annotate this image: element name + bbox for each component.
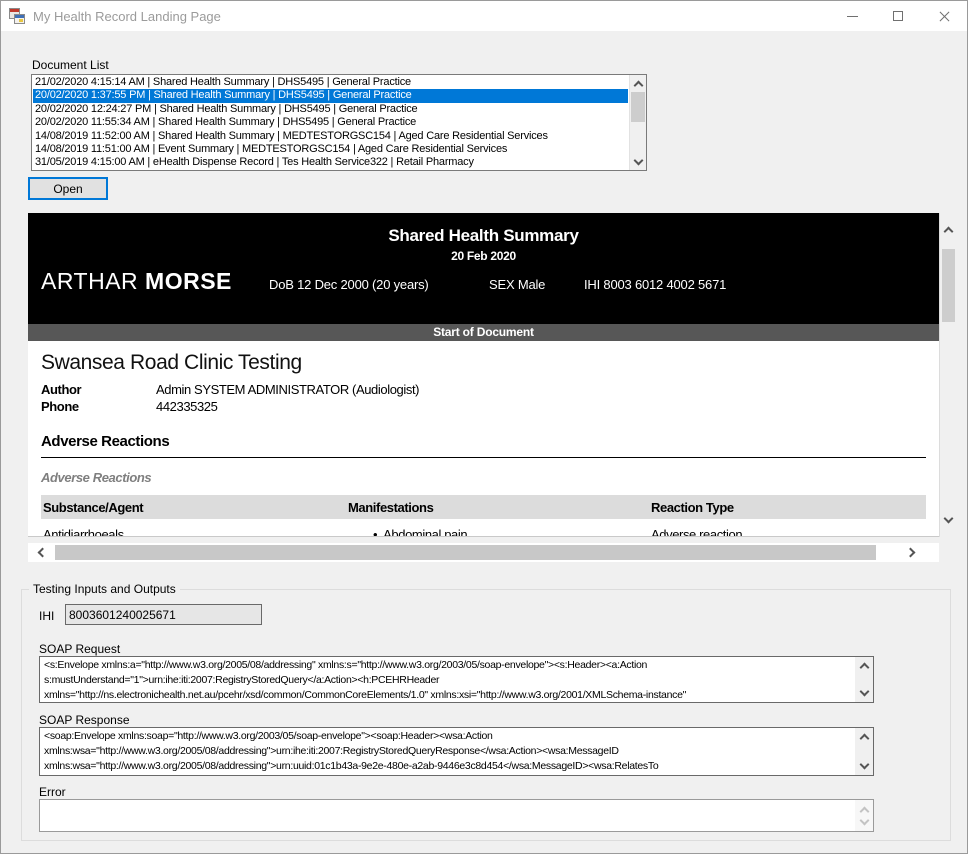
ihi-label: IHI bbox=[39, 609, 54, 623]
code-line: <s:Envelope xmlns:a="http://www.w3.org/2… bbox=[44, 658, 853, 673]
list-item[interactable]: 20/02/2020 12:24:27 PM | Shared Health S… bbox=[33, 103, 628, 116]
scroll-up-icon[interactable] bbox=[859, 734, 869, 744]
patient-name: ARTHAR MORSE bbox=[41, 268, 232, 295]
cell-manifestation: Abdominal pain bbox=[348, 527, 651, 537]
patient-banner: Shared Health Summary 20 Feb 2020 ARTHAR… bbox=[28, 213, 939, 324]
close-button[interactable] bbox=[921, 1, 967, 31]
phone-label: Phone bbox=[41, 398, 156, 415]
document-date: 20 Feb 2020 bbox=[28, 249, 939, 263]
listbox-scrollbar[interactable] bbox=[629, 75, 646, 170]
scroll-down-icon[interactable] bbox=[859, 760, 869, 770]
app-window: My Health Record Landing Page Document L… bbox=[0, 0, 968, 854]
code-line: s:mustUnderstand="1">urn:ihe:iti:2007:Re… bbox=[44, 673, 853, 688]
scroll-down-icon[interactable] bbox=[859, 687, 869, 697]
minimize-icon bbox=[847, 16, 858, 17]
code-line: xmlns="http://ns.electronichealth.net.au… bbox=[44, 688, 853, 703]
col-reaction-type: Reaction Type bbox=[651, 500, 926, 515]
list-item[interactable]: 20/02/2020 11:55:34 AM | Shared Health S… bbox=[33, 116, 628, 129]
code-line: <soap:Envelope xmlns:soap="http://www.w3… bbox=[44, 729, 853, 744]
scroll-right-icon[interactable] bbox=[903, 543, 921, 562]
patient-ihi: IHI 8003 6012 4002 5671 bbox=[584, 277, 726, 292]
soap-request-label: SOAP Request bbox=[39, 642, 120, 656]
textarea-scrollbar[interactable] bbox=[855, 657, 873, 702]
document-listbox[interactable]: 21/02/2020 4:15:14 AM | Shared Health Su… bbox=[31, 74, 647, 171]
code-line: xmlns:wsa="http://www.w3.org/2005/08/add… bbox=[44, 744, 853, 759]
window-title: My Health Record Landing Page bbox=[33, 9, 221, 24]
groupbox-label: Testing Inputs and Outputs bbox=[29, 582, 180, 596]
code-line: xmlns:wsa="http://www.w3.org/2005/08/add… bbox=[44, 774, 853, 776]
list-item[interactable]: 14/08/2019 11:51:00 AM | Event Summary |… bbox=[33, 143, 628, 156]
phone-row: Phone 442335325 bbox=[41, 398, 939, 415]
document-content: Swansea Road Clinic Testing Author Admin… bbox=[28, 341, 939, 537]
cell-reaction-type: Adverse reaction bbox=[651, 527, 926, 537]
facility-name: Swansea Road Clinic Testing bbox=[41, 351, 939, 375]
list-item-selected[interactable]: 20/02/2020 1:37:55 PM | Shared Health Su… bbox=[33, 89, 628, 102]
soap-request-textarea[interactable]: <s:Envelope xmlns:a="http://www.w3.org/2… bbox=[39, 656, 874, 703]
soap-response-textarea[interactable]: <soap:Envelope xmlns:soap="http://www.w3… bbox=[39, 727, 874, 776]
table-row: Antidiarrhoeals Abdominal pain Adverse r… bbox=[41, 519, 926, 537]
adverse-reactions-table: Substance/Agent Manifestations Reaction … bbox=[41, 495, 926, 537]
start-of-document-bar: Start of Document bbox=[28, 324, 939, 341]
app-icon bbox=[9, 8, 25, 24]
document-title: Shared Health Summary bbox=[28, 213, 939, 246]
scroll-down-icon bbox=[859, 815, 869, 825]
col-substance: Substance/Agent bbox=[43, 500, 348, 515]
testing-groupbox: Testing Inputs and Outputs IHI SOAP Requ… bbox=[21, 589, 951, 841]
scrollbar-thumb[interactable] bbox=[55, 545, 876, 560]
subsection-heading: Adverse Reactions bbox=[41, 470, 939, 485]
phone-value: 442335325 bbox=[156, 398, 217, 415]
error-textarea[interactable] bbox=[39, 799, 874, 832]
patient-sex: SEX Male bbox=[489, 277, 545, 292]
close-icon bbox=[939, 11, 950, 22]
scroll-down-icon[interactable] bbox=[940, 511, 957, 529]
cell-substance: Antidiarrhoeals bbox=[43, 527, 348, 537]
scrollbar-thumb[interactable] bbox=[631, 92, 645, 122]
maximize-icon bbox=[893, 11, 903, 21]
scroll-up-icon[interactable] bbox=[940, 221, 957, 239]
scroll-left-icon[interactable] bbox=[32, 543, 50, 562]
viewer-horizontal-scrollbar[interactable] bbox=[28, 543, 939, 562]
minimize-button[interactable] bbox=[829, 1, 875, 31]
table-header-row: Substance/Agent Manifestations Reaction … bbox=[41, 495, 926, 519]
list-item[interactable]: 31/05/2019 4:15:00 AM | eHealth Dispense… bbox=[33, 156, 628, 169]
list-item[interactable]: 21/02/2020 4:15:14 AM | Shared Health Su… bbox=[33, 76, 628, 89]
ihi-input[interactable] bbox=[65, 604, 262, 625]
viewer-vertical-scrollbar[interactable] bbox=[939, 213, 957, 537]
maximize-button[interactable] bbox=[875, 1, 921, 31]
section-heading: Adverse Reactions bbox=[41, 433, 926, 458]
document-viewer: Shared Health Summary 20 Feb 2020 ARTHAR… bbox=[28, 213, 957, 537]
document-list-label: Document List bbox=[32, 58, 109, 72]
document-body: Shared Health Summary 20 Feb 2020 ARTHAR… bbox=[28, 213, 939, 537]
textarea-scrollbar[interactable] bbox=[855, 728, 873, 775]
title-bar: My Health Record Landing Page bbox=[1, 1, 967, 31]
patient-dob: DoB 12 Dec 2000 (20 years) bbox=[269, 277, 429, 292]
author-label: Author bbox=[41, 381, 156, 398]
list-item[interactable]: 14/08/2019 11:52:00 AM | Shared Health S… bbox=[33, 130, 628, 143]
scrollbar-thumb[interactable] bbox=[942, 249, 955, 322]
scroll-up-icon[interactable] bbox=[859, 663, 869, 673]
open-button[interactable]: Open bbox=[28, 177, 108, 200]
error-label: Error bbox=[39, 785, 66, 799]
scroll-up-icon[interactable] bbox=[630, 76, 646, 91]
author-row: Author Admin SYSTEM ADMINISTRATOR (Audio… bbox=[41, 381, 939, 398]
scroll-down-icon[interactable] bbox=[630, 154, 646, 169]
form-body: Document List 21/02/2020 4:15:14 AM | Sh… bbox=[1, 31, 967, 853]
code-line: xmlns:wsa="http://www.w3.org/2005/08/add… bbox=[44, 759, 853, 774]
soap-response-label: SOAP Response bbox=[39, 713, 130, 727]
col-manifestations: Manifestations bbox=[348, 500, 651, 515]
author-value: Admin SYSTEM ADMINISTRATOR (Audiologist) bbox=[156, 381, 419, 398]
textarea-scrollbar-disabled bbox=[855, 800, 873, 831]
